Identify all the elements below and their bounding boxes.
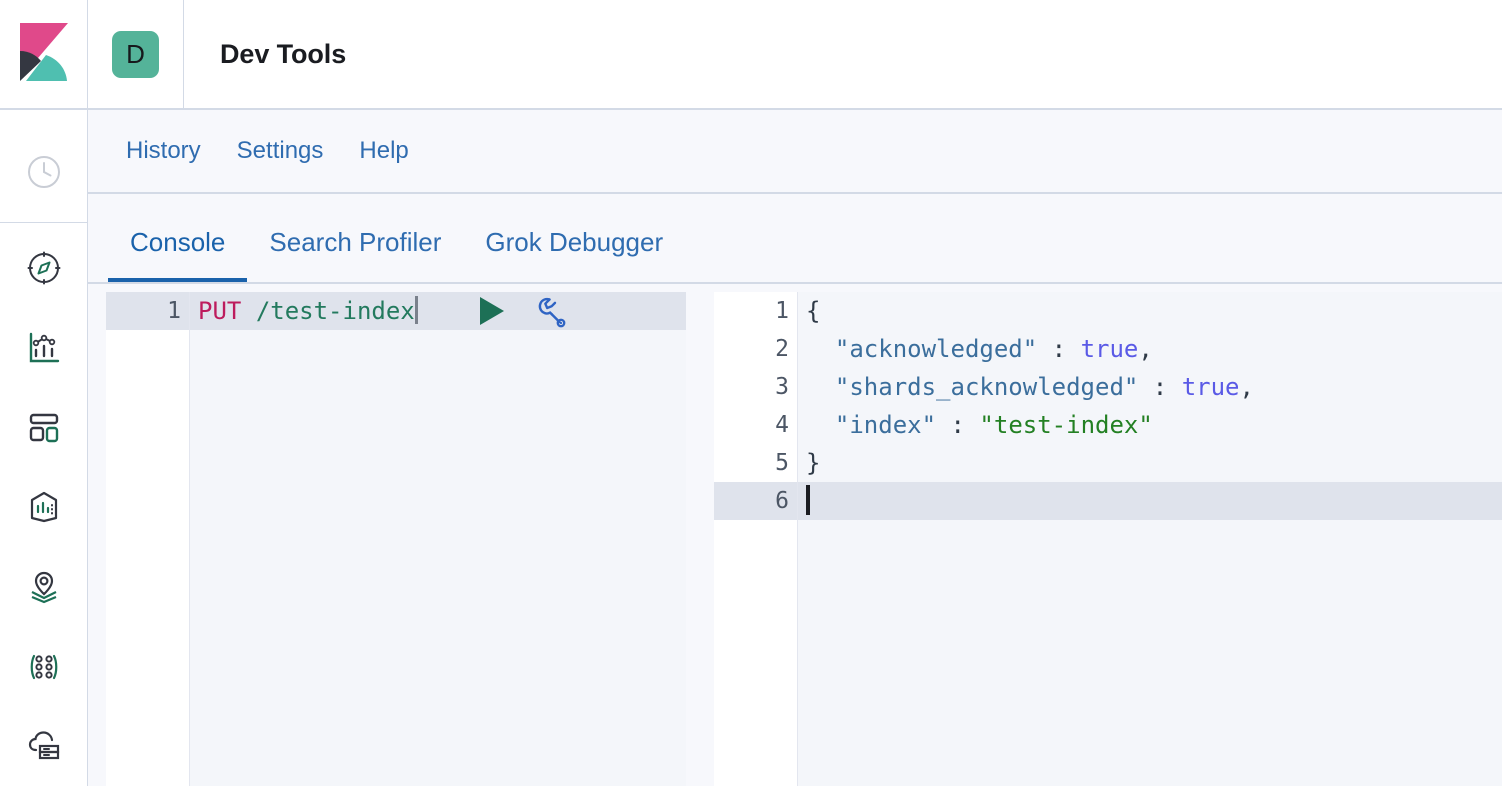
sidebar-item-discover[interactable] bbox=[0, 229, 88, 309]
json-comma: , bbox=[1239, 373, 1254, 401]
console-menu-bar: History Settings Help bbox=[88, 110, 1502, 194]
dashboard-grid-icon bbox=[29, 413, 58, 442]
response-line-number: 4 bbox=[775, 412, 789, 438]
json-colon: : bbox=[936, 411, 980, 439]
sidebar-item-maps[interactable] bbox=[0, 547, 88, 627]
kibana-home-link[interactable] bbox=[0, 0, 88, 108]
app-badge: D bbox=[112, 30, 159, 78]
json-key-acknowledged: "acknowledged" bbox=[834, 335, 1038, 363]
page-title: Dev Tools bbox=[220, 38, 347, 69]
recently-viewed-clock-icon bbox=[27, 155, 60, 188]
canvas-frame-icon bbox=[30, 492, 57, 523]
kibana-logo bbox=[19, 23, 68, 81]
request-line-1[interactable]: PUT /test-index bbox=[190, 292, 686, 330]
response-line-number: 6 bbox=[714, 482, 797, 520]
json-colon: : bbox=[1138, 373, 1182, 401]
machine-learning-cloud-icon bbox=[28, 731, 59, 760]
primary-nav-rail bbox=[0, 110, 88, 786]
tab-search-profiler[interactable]: Search Profiler bbox=[247, 227, 463, 282]
response-line-6 bbox=[798, 482, 1502, 520]
wrench-icon[interactable] bbox=[534, 294, 568, 328]
request-editor-pane: 1 PUT /test-index bbox=[106, 292, 686, 786]
json-value-index: "test-index" bbox=[979, 411, 1153, 439]
request-text: PUT /test-index bbox=[190, 292, 418, 330]
compass-discover-icon bbox=[27, 251, 60, 285]
json-value-true: true bbox=[1080, 335, 1139, 363]
sidebar-item-visualize[interactable] bbox=[0, 308, 88, 388]
menu-item-help[interactable]: Help bbox=[341, 137, 426, 165]
response-line-number: 3 bbox=[775, 374, 789, 400]
pane-divider[interactable] bbox=[686, 292, 714, 786]
response-line-3: "shards_acknowledged" : true, bbox=[798, 368, 1502, 406]
console-split-area: 1 PUT /test-index 1 2 3 4 5 6 {"acknowl… bbox=[88, 284, 1502, 786]
request-method: PUT bbox=[198, 297, 242, 325]
tab-console[interactable]: Console bbox=[108, 227, 248, 282]
app-body: History Settings Help Console Search Pro… bbox=[0, 110, 1502, 786]
response-line-number: 2 bbox=[775, 336, 789, 362]
response-line-4: "index" : "test-index" bbox=[798, 406, 1502, 444]
response-editor[interactable]: { "acknowledged" : true, "shards_acknowl… bbox=[798, 292, 1502, 786]
play-triangle-icon[interactable] bbox=[479, 297, 504, 325]
text-cursor bbox=[414, 296, 418, 324]
json-open-brace: { bbox=[806, 297, 821, 325]
menu-item-settings[interactable]: Settings bbox=[219, 137, 342, 165]
request-gutter: 1 bbox=[106, 292, 190, 786]
response-line-5: } bbox=[798, 444, 1502, 482]
response-editor-pane: 1 2 3 4 5 6 { "acknowledged" : true, "sh… bbox=[714, 292, 1502, 786]
kibana-dev-tools-app: D Dev Tools History Settings Help Consol… bbox=[0, 0, 1502, 786]
request-space bbox=[241, 297, 255, 325]
json-key-shards-acknowledged: "shards_acknowledged" bbox=[834, 373, 1139, 401]
json-key-index: "index" bbox=[834, 411, 937, 439]
menu-item-history[interactable]: History bbox=[108, 137, 219, 165]
response-line-2: "acknowledged" : true, bbox=[798, 330, 1502, 368]
tab-grok-debugger[interactable]: Grok Debugger bbox=[463, 227, 685, 282]
page-title-cell: Dev Tools bbox=[184, 0, 346, 108]
sidebar-item-canvas[interactable] bbox=[0, 468, 88, 548]
json-comma: , bbox=[1138, 335, 1153, 363]
response-line-number: 5 bbox=[775, 450, 789, 476]
json-colon: : bbox=[1037, 335, 1081, 363]
nav-divider bbox=[0, 221, 88, 223]
request-line-number: 1 bbox=[106, 292, 189, 330]
maps-pin-layers-icon bbox=[31, 571, 56, 604]
sidebar-item-graph[interactable] bbox=[0, 627, 88, 707]
app-badge-cell: D bbox=[88, 0, 184, 108]
graph-nodes-icon bbox=[30, 654, 57, 679]
request-url: /test-index bbox=[255, 297, 415, 325]
response-line-number: 1 bbox=[775, 298, 789, 324]
main-content: History Settings Help Console Search Pro… bbox=[88, 110, 1502, 786]
request-actions bbox=[479, 294, 568, 328]
sidebar-item-machine-learning[interactable] bbox=[0, 706, 88, 786]
request-editor[interactable]: PUT /test-index bbox=[190, 292, 686, 786]
sidebar-item-recently-viewed[interactable] bbox=[0, 132, 88, 212]
app-header: D Dev Tools bbox=[0, 0, 1502, 110]
json-close-brace: } bbox=[806, 449, 821, 477]
response-line-1: { bbox=[798, 292, 1502, 330]
json-value-true: true bbox=[1181, 373, 1240, 401]
dev-tools-tabs: Console Search Profiler Grok Debugger bbox=[88, 194, 1502, 284]
sidebar-item-dashboard[interactable] bbox=[0, 388, 88, 468]
response-gutter: 1 2 3 4 5 6 bbox=[714, 292, 798, 786]
bar-chart-visualize-icon bbox=[29, 332, 59, 363]
response-text-cursor bbox=[806, 485, 810, 515]
